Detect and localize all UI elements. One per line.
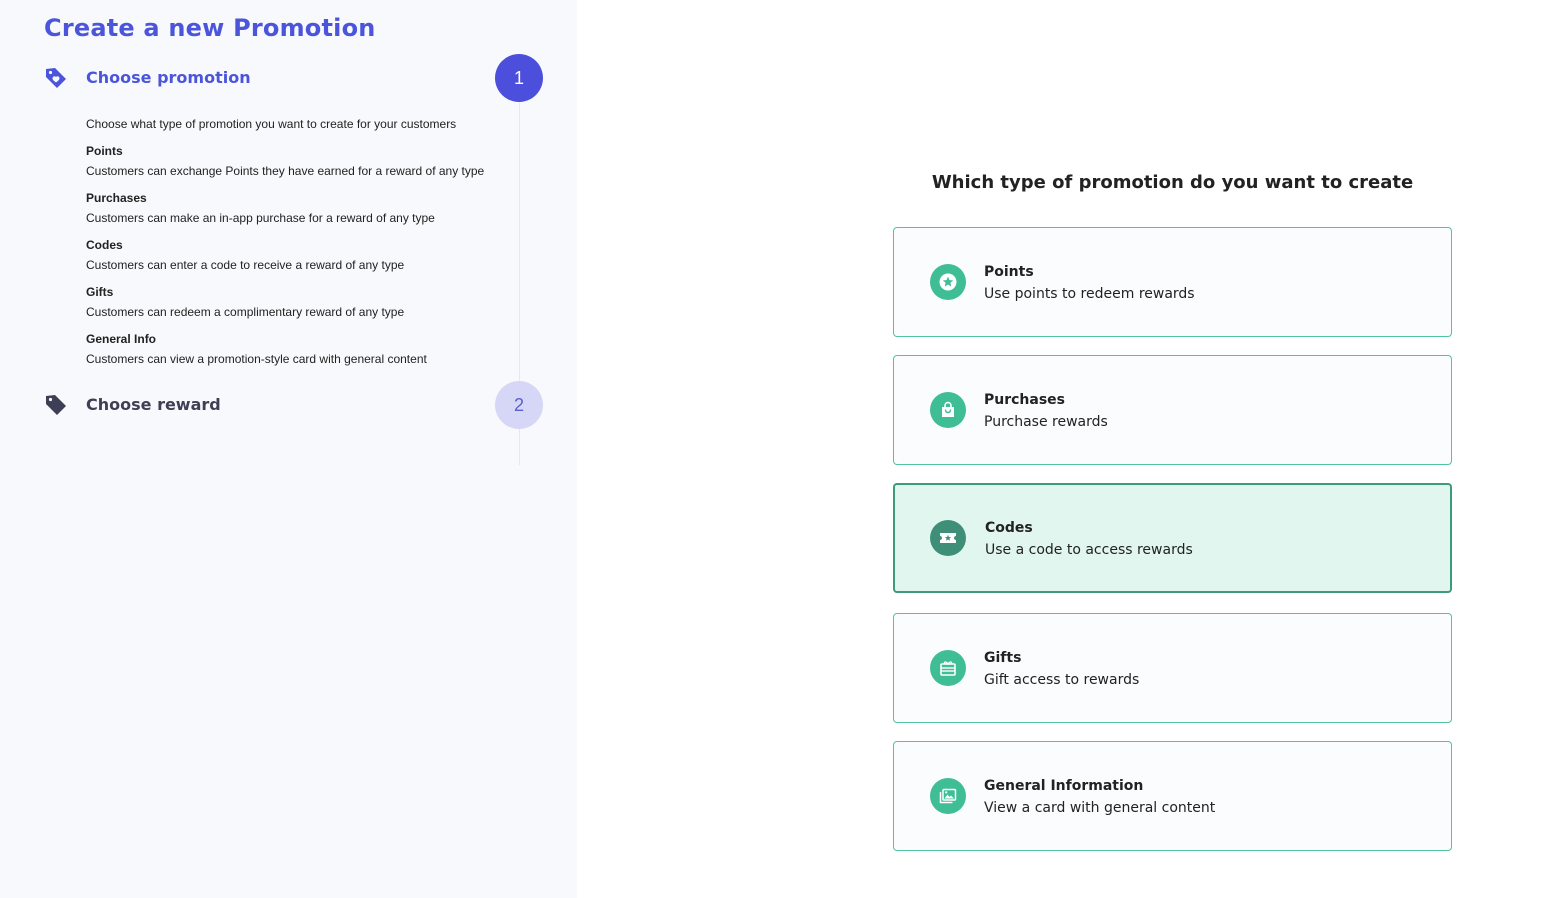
- step-number-badge: 1: [495, 54, 543, 102]
- promotion-card-points[interactable]: Points Use points to redeem rewards: [893, 227, 1452, 337]
- card-title: Points: [984, 264, 1034, 280]
- option-title: Points: [86, 144, 123, 158]
- shopping-bag-icon: [930, 392, 966, 428]
- step-choose-promotion[interactable]: Choose promotion 1: [0, 54, 577, 102]
- option-text: Customers can redeem a complimentary rew…: [86, 305, 405, 319]
- ticket-star-icon: [930, 520, 966, 556]
- promotion-card-purchases[interactable]: Purchases Purchase rewards: [893, 355, 1452, 465]
- option-title: Purchases: [86, 191, 147, 205]
- option-description: Codes Customers can enter a code to rece…: [86, 238, 506, 285]
- option-description: Points Customers can exchange Points the…: [86, 144, 506, 191]
- card-subtitle: Use a code to access rewards: [985, 542, 1193, 558]
- tag-icon: [44, 393, 68, 417]
- step-number-badge: 2: [495, 381, 543, 429]
- tag-heart-icon: [44, 66, 68, 90]
- option-text: Customers can view a promotion-style car…: [86, 352, 427, 366]
- card-subtitle: View a card with general content: [984, 800, 1216, 816]
- page-title: Create a new Promotion: [44, 14, 376, 42]
- step-title: Choose promotion: [86, 68, 251, 87]
- image-gallery-icon: [930, 778, 966, 814]
- promotion-card-codes[interactable]: Codes Use a code to access rewards: [893, 483, 1452, 593]
- step-choose-reward[interactable]: Choose reward 2: [0, 381, 577, 429]
- star-coin-icon: [930, 264, 966, 300]
- card-subtitle: Purchase rewards: [984, 414, 1108, 430]
- option-title: Codes: [86, 238, 123, 252]
- card-subtitle: Use points to redeem rewards: [984, 286, 1195, 302]
- option-description: Purchases Customers can make an in-app p…: [86, 191, 506, 238]
- option-text: Customers can make an in-app purchase fo…: [86, 211, 435, 225]
- card-subtitle: Gift access to rewards: [984, 672, 1140, 688]
- card-title: Purchases: [984, 392, 1066, 408]
- card-title: General Information: [984, 778, 1144, 794]
- promotion-type-heading: Which type of promotion do you want to c…: [931, 172, 1414, 193]
- option-title: General Info: [86, 332, 157, 346]
- card-title: Codes: [985, 520, 1033, 536]
- step-description: Choose what type of promotion you want t…: [86, 117, 506, 379]
- gift-card-icon: [930, 650, 966, 686]
- option-title: Gifts: [86, 285, 114, 299]
- step-title: Choose reward: [86, 395, 221, 414]
- option-description: General Info Customers can view a promot…: [86, 332, 506, 379]
- card-title: Gifts: [984, 650, 1022, 666]
- promotion-card-gifts[interactable]: Gifts Gift access to rewards: [893, 613, 1452, 723]
- stepper-sidebar: Create a new Promotion Choose promotion …: [0, 0, 577, 898]
- step-intro-text: Choose what type of promotion you want t…: [86, 117, 457, 131]
- promotion-card-general-information[interactable]: General Information View a card with gen…: [893, 741, 1452, 851]
- option-description: Gifts Customers can redeem a complimenta…: [86, 285, 506, 332]
- option-text: Customers can enter a code to receive a …: [86, 258, 405, 272]
- option-text: Customers can exchange Points they have …: [86, 164, 485, 178]
